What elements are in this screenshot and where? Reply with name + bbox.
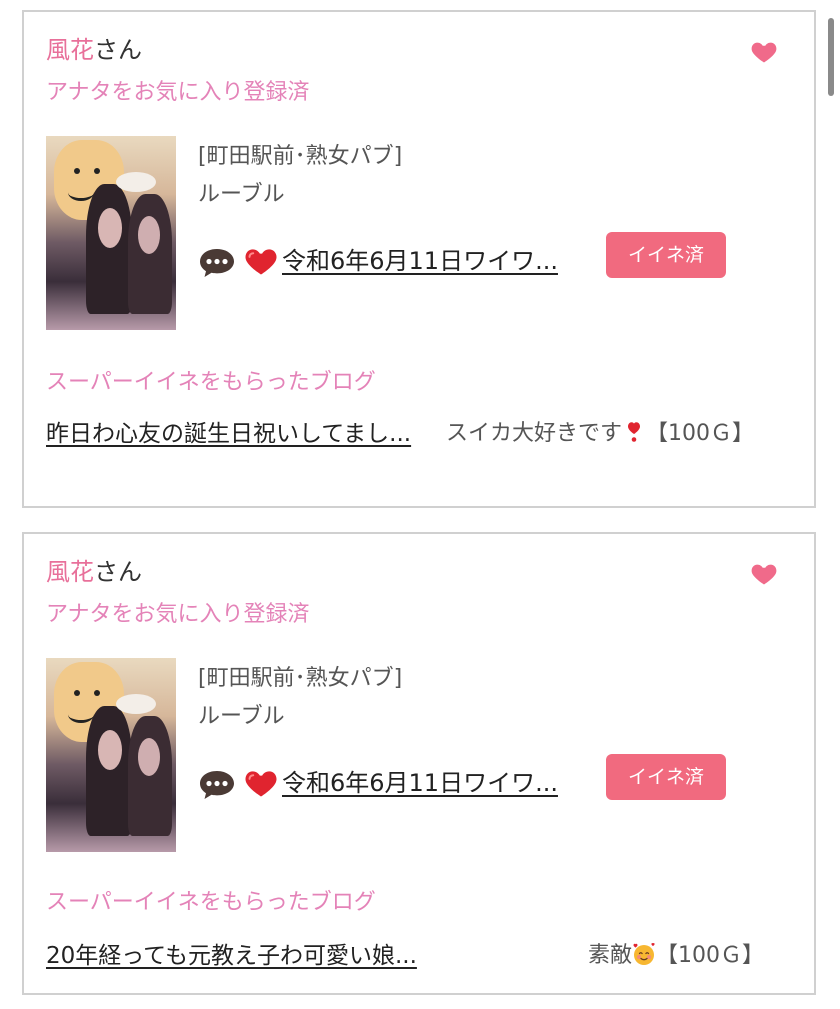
favorite-status: アナタをお気に入り登録済 [46, 602, 310, 627]
favorite-heart-icon[interactable] [750, 38, 778, 66]
blog-comment-text: 素敵 [588, 943, 633, 968]
shop-name: ルーブル [198, 182, 285, 207]
latest-post-link[interactable]: 令和6年6月11日ワイワ... [282, 766, 558, 800]
comment-icon [200, 249, 234, 277]
shop-name: ルーブル [198, 704, 285, 729]
shop-area: [町田駅前･熟女パブ] [198, 144, 403, 169]
cast-name[interactable]: 風花さん [46, 556, 142, 588]
cast-photo[interactable] [46, 658, 176, 852]
blog-comment: 素敵 【100Ｇ】 [588, 940, 764, 972]
scrollbar-thumb[interactable] [828, 18, 834, 96]
smiling-face-with-hearts-icon [633, 943, 655, 965]
page: 風花さん アナタをお気に入り登録済 [町田駅前･熟女パブ] ルーブル 令和6年6… [0, 0, 840, 1009]
blog-comment-text: スイカ大好きです [446, 421, 623, 446]
super-like-section-title: スーパーイイネをもらったブログ [46, 890, 376, 915]
red-heart-icon [245, 249, 277, 275]
exclamation-heart-icon [628, 422, 641, 442]
cast-name[interactable]: 風花さん [46, 34, 142, 66]
favorite-heart-icon[interactable] [750, 560, 778, 588]
blog-comment: スイカ大好きです 【100Ｇ】 [446, 418, 786, 450]
cast-photo[interactable] [46, 136, 176, 330]
cast-name-text[interactable]: 風花 [46, 36, 94, 64]
red-heart-icon [245, 771, 277, 797]
shop-area: [町田駅前･熟女パブ] [198, 666, 403, 691]
favorite-card: 風花さん アナタをお気に入り登録済 [町田駅前･熟女パブ] ルーブル 令和6年6… [22, 10, 816, 508]
favorite-card: 風花さん アナタをお気に入り登録済 [町田駅前･熟女パブ] ルーブル 令和6年6… [22, 532, 816, 995]
blog-title-link[interactable]: 20年経っても元教え子わ可愛い娘... [46, 940, 417, 972]
latest-post-link[interactable]: 令和6年6月11日ワイワ... [282, 244, 558, 278]
comment-icon [200, 771, 234, 799]
cast-name-suffix: さん [94, 558, 142, 586]
blog-comment-reward: 【100Ｇ】 [646, 421, 755, 446]
cast-name-suffix: さん [94, 36, 142, 64]
super-like-section-title: スーパーイイネをもらったブログ [46, 370, 376, 395]
cast-name-text[interactable]: 風花 [46, 558, 94, 586]
blog-comment-reward: 【100Ｇ】 [656, 943, 765, 968]
blog-title-link[interactable]: 昨日わ心友の誕生日祝いしてまし... [46, 418, 426, 450]
like-done-button[interactable]: イイネ済 [606, 232, 726, 278]
like-done-button[interactable]: イイネ済 [606, 754, 726, 800]
favorite-status: アナタをお気に入り登録済 [46, 80, 310, 105]
